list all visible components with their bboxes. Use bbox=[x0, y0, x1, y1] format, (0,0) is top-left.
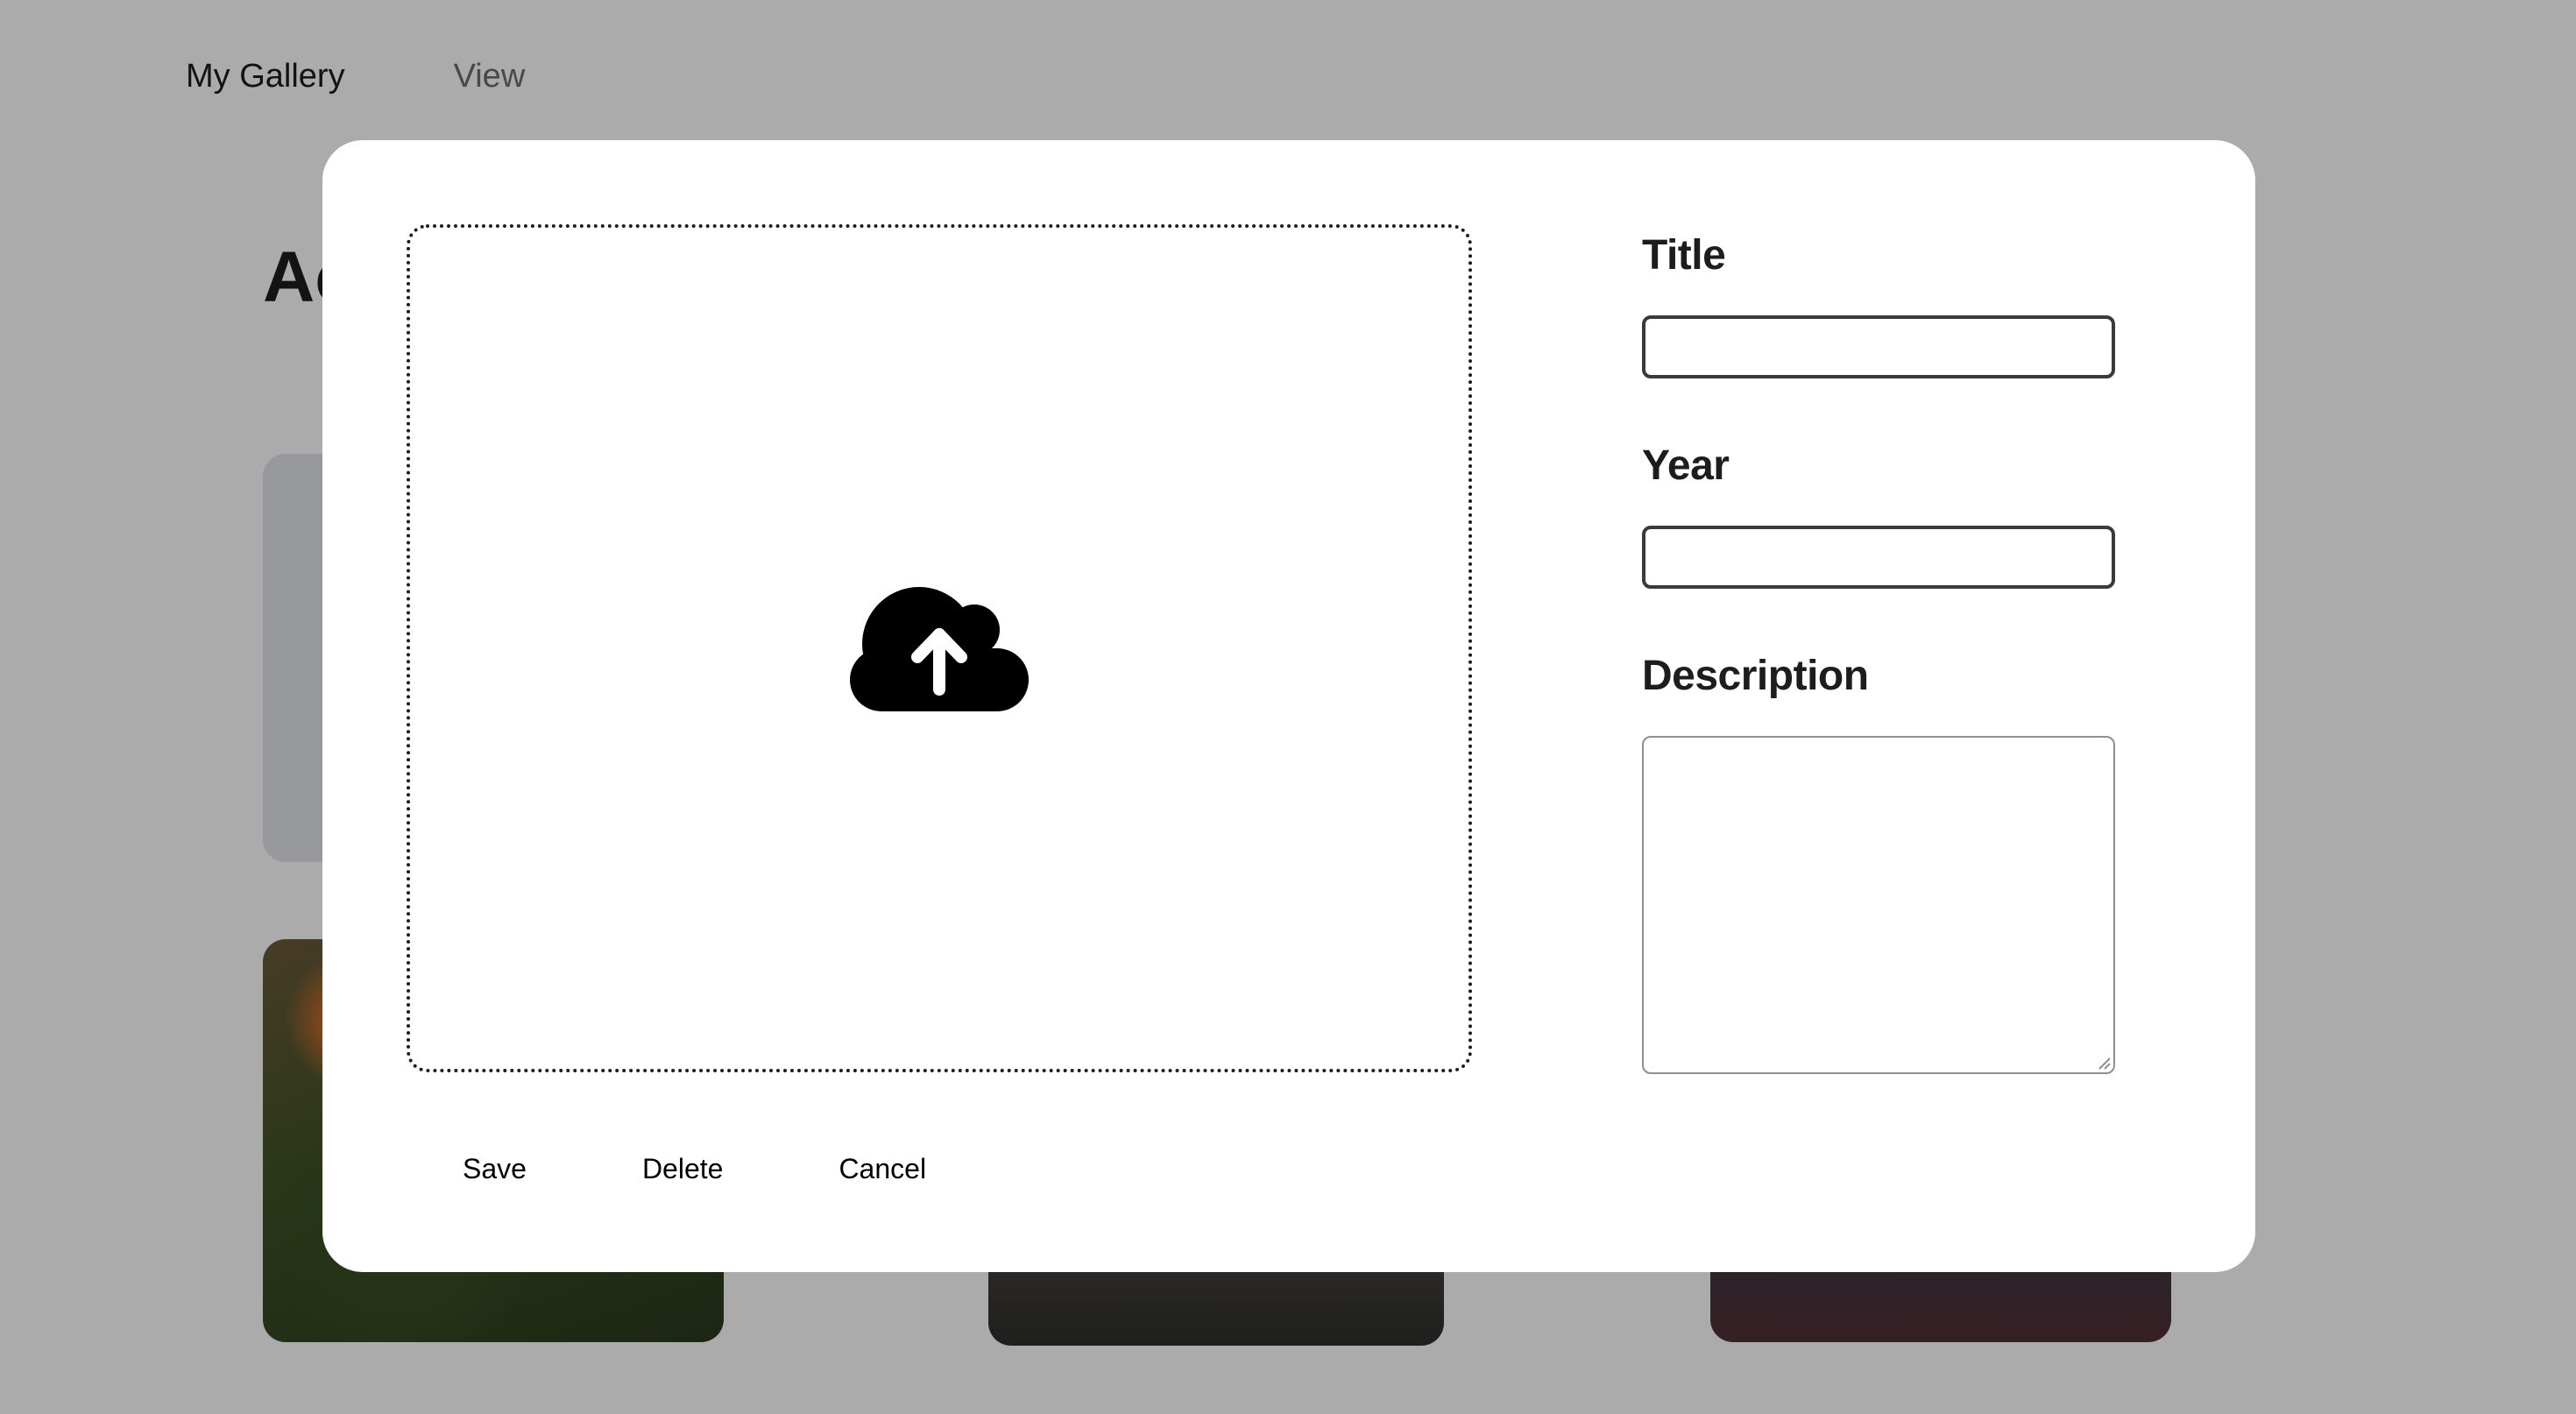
cloud-upload-icon bbox=[850, 587, 1029, 711]
resize-grip-icon[interactable] bbox=[2096, 1055, 2112, 1071]
title-input[interactable] bbox=[1642, 315, 2115, 378]
save-button[interactable]: Save bbox=[463, 1153, 527, 1185]
image-upload-dropzone[interactable] bbox=[407, 224, 1472, 1072]
title-label: Title bbox=[1642, 232, 1726, 279]
year-input[interactable] bbox=[1642, 526, 2115, 589]
description-textarea[interactable] bbox=[1642, 736, 2115, 1074]
delete-button[interactable]: Delete bbox=[642, 1153, 724, 1185]
edit-artwork-modal: Title Year Description Save Delete Cance… bbox=[322, 140, 2255, 1272]
year-label: Year bbox=[1642, 442, 1730, 489]
description-label: Description bbox=[1642, 653, 1869, 699]
modal-actions: Save Delete Cancel bbox=[463, 1153, 926, 1185]
gallery-page: My Gallery View Ac Title Year Descriptio… bbox=[0, 0, 2576, 1414]
cancel-button[interactable]: Cancel bbox=[839, 1153, 926, 1185]
